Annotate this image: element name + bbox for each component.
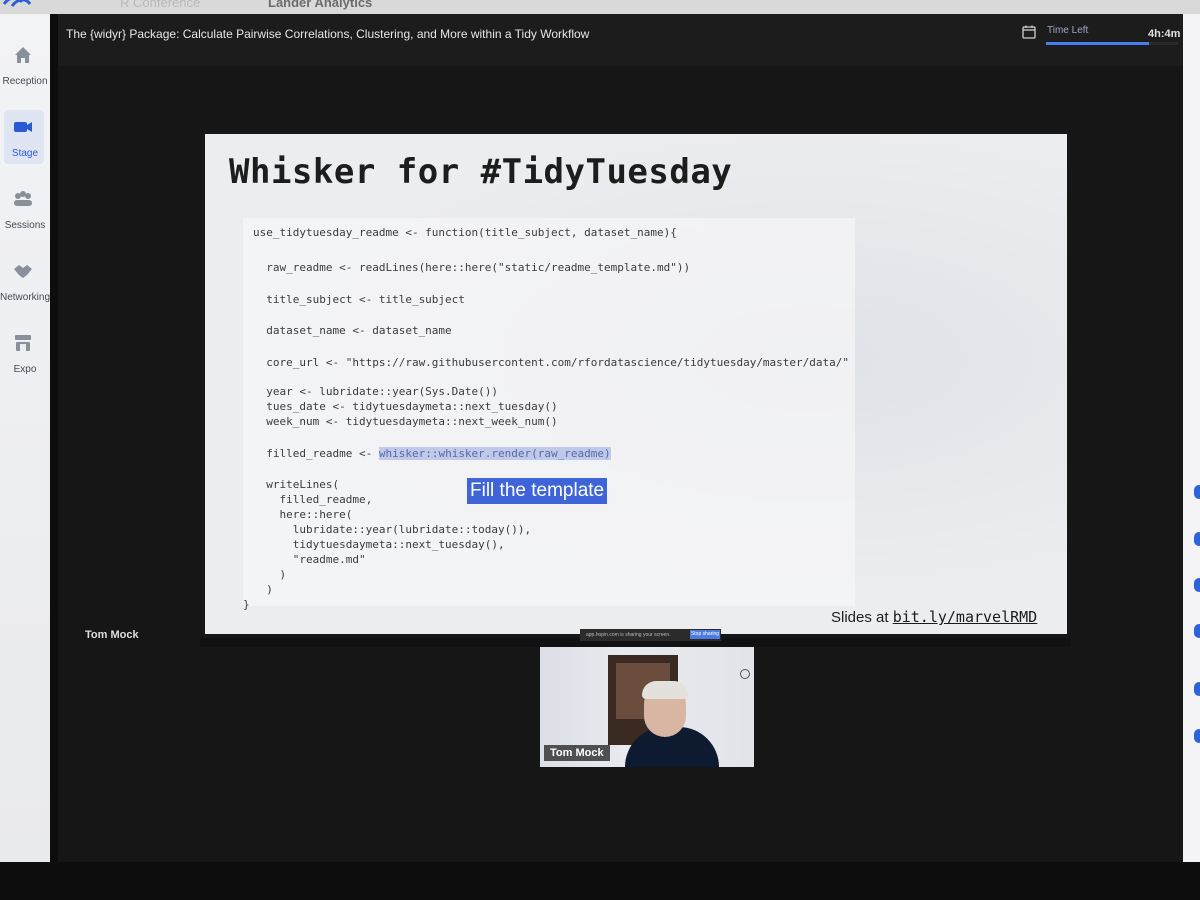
conference-name: R Conference [120,0,201,10]
sidebar-item-label: Stage [11,148,39,159]
sidebar-item-reception[interactable]: Reception [0,44,58,87]
code-line-prefix: filled_readme <- [253,447,379,460]
video-camera-icon [14,122,32,132]
right-panel-tab[interactable] [1194,485,1200,499]
right-panel-tab[interactable] [1194,624,1200,638]
sidebar: Reception Stage Sessions Networking Expo [0,14,50,862]
code-line: filled_readme <- whisker::whisker.render… [253,447,611,460]
top-bar: R Conference Lander Analytics [0,0,1200,14]
time-left-value: 4h:4m [1148,28,1181,40]
app-logo-icon[interactable] [0,0,38,10]
code-line: week_num <- tidytuesdaymeta::next_week_n… [253,415,558,428]
screen-share-toolbar: app.hopin.com is sharing your screen. St… [200,629,1070,647]
code-line: "readme.md" [253,553,366,566]
sidebar-item-label: Networking [0,292,51,303]
slides-url: bit.ly/marvelRMD [892,608,1038,626]
code-line: here::here( [253,508,353,521]
handshake-icon [14,265,32,278]
session-title: The {widyr} Package: Calculate Pairwise … [66,27,590,41]
home-icon [15,47,31,63]
time-left-progress [1046,42,1178,45]
shared-slide: Whisker for #TidyTuesday use_tidytuesday… [205,134,1067,634]
right-panel-tab[interactable] [1194,729,1200,743]
code-line: filled_readme, [253,493,373,506]
code-line: lubridate::year(lubridate::today()), [253,523,532,536]
slides-link-text: Slides at bit.ly/marvelRMD [831,608,1037,626]
calendar-icon[interactable] [1022,25,1036,39]
video-name-tag: Tom Mock [544,745,610,761]
stop-sharing-button[interactable]: Stop sharing [690,630,720,639]
code-block: use_tidytuesday_readme <- function(title… [243,218,855,611]
code-line: ) [253,568,287,581]
sidebar-item-sessions[interactable]: Sessions [0,188,58,231]
right-panel-tab[interactable] [1194,532,1200,546]
sidebar-item-label: Expo [13,364,37,375]
presenter-hair [642,681,688,699]
code-line: tidytuesdaymeta::next_tuesday(), [253,538,505,551]
code-line: ) [253,583,273,596]
booth-icon [15,335,31,351]
code-line: raw_readme <- readLines(here::here("stat… [253,261,691,274]
slides-at-label: Slides at [831,609,889,626]
sidebar-item-label: Reception [2,76,48,87]
presenter-video[interactable]: Tom Mock [540,647,754,767]
people-icon [14,191,32,206]
callout-label: Fill the template [467,478,608,504]
time-left-label: Time Left [1047,25,1089,36]
presenter-name: Tom Mock [85,629,139,641]
video-options-icon[interactable] [740,669,750,679]
time-left-progress-fill [1046,42,1149,45]
code-line: } [243,598,250,611]
code-line: use_tidytuesday_readme <- function(title… [253,226,677,239]
org-name: Lander Analytics [268,0,373,10]
right-panel-tab[interactable] [1194,682,1200,696]
code-line: writeLines( [253,478,340,491]
slide-title: Whisker for #TidyTuesday [229,152,733,192]
code-line: tues_date <- tidytuesdaymeta::next_tuesd… [253,400,558,413]
sidebar-item-networking[interactable]: Networking [0,260,58,303]
right-panel-tab[interactable] [1194,578,1200,592]
sidebar-item-stage[interactable]: Stage [0,116,58,159]
code-line: core_url <- "https://raw.githubuserconte… [253,356,850,369]
code-line: title_subject <- title_subject [253,293,465,306]
sidebar-item-expo[interactable]: Expo [0,332,58,375]
sidebar-item-label: Sessions [4,220,46,231]
code-line: dataset_name <- dataset_name [253,324,452,337]
highlighted-code: whisker::whisker.render(raw_readme) [378,447,611,460]
code-line: year <- lubridate::year(Sys.Date()) [253,385,499,398]
